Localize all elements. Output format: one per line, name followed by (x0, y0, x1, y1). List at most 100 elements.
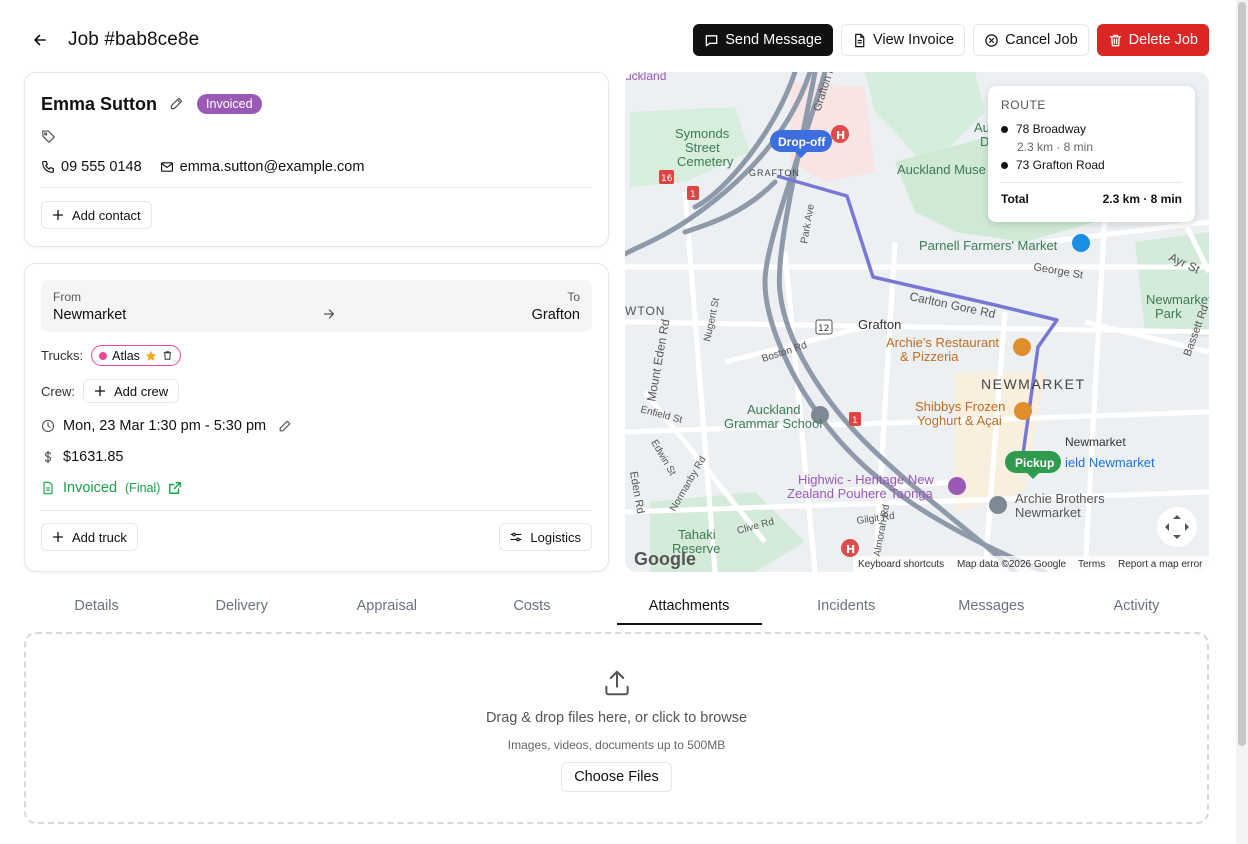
poi-marker[interactable] (1072, 234, 1090, 252)
map-label: Street (685, 140, 720, 155)
page-title: Job #bab8ce8e (68, 29, 200, 50)
cancel-job-label: Cancel Job (1005, 32, 1078, 48)
map-label: Yoghurt & Açai (917, 413, 1002, 428)
pickup-label: Pickup (1015, 456, 1054, 470)
route-info-panel: ROUTE 78 Broadway 2.3 km · 8 min 73 Graf… (988, 86, 1195, 222)
dropzone-instructions: Drag & drop files here, or click to brow… (485, 710, 748, 726)
back-button[interactable] (24, 24, 56, 56)
delete-job-button[interactable]: Delete Job (1096, 24, 1209, 56)
arrow-left-icon (34, 34, 46, 46)
file-dropzone[interactable]: Drag & drop files here, or click to brow… (24, 632, 1209, 824)
shield-label: 1 (690, 190, 696, 200)
email-item[interactable]: emma.sutton@example.com (160, 159, 364, 175)
view-invoice-button[interactable]: View Invoice (840, 24, 966, 56)
map-label: Newmarket (1065, 435, 1126, 449)
plus-icon (94, 385, 106, 397)
poi-marker[interactable]: H (841, 539, 859, 557)
map-label: NEWMARKET (981, 376, 1086, 392)
map-label: Zealand Pouhere Taonga (787, 486, 934, 501)
route-summary: From Newmarket To Grafton (41, 280, 592, 332)
star-icon[interactable] (145, 350, 157, 362)
pencil-icon[interactable] (278, 419, 292, 433)
map-data-text: Map data ©2026 Google (957, 559, 1067, 570)
truck-chip-atlas[interactable]: Atlas (91, 345, 181, 366)
sliders-icon (510, 532, 522, 542)
tab-appraisal[interactable]: Appraisal (314, 589, 459, 625)
shield-label: 1 (852, 416, 858, 426)
tab-costs[interactable]: Costs (459, 589, 604, 625)
trucks-label: Trucks: (41, 348, 84, 363)
page-scrollbar[interactable] (1236, 0, 1248, 844)
svg-text:H: H (846, 543, 855, 556)
map-label: WTON (625, 304, 665, 318)
tab-attachments[interactable]: Attachments (616, 589, 762, 625)
report-error-link[interactable]: Report a map error (1118, 559, 1203, 570)
schedule-time: Mon, 23 Mar 1:30 pm - 5:30 pm (63, 418, 267, 434)
trash-icon[interactable] (162, 350, 173, 361)
cancel-job-button[interactable]: Cancel Job (973, 24, 1089, 56)
map-label: Highwic - Heritage New (798, 472, 934, 487)
phone-number: 09 555 0148 (61, 159, 142, 175)
divider (41, 510, 592, 511)
tab-details[interactable]: Details (24, 589, 169, 625)
circle-x-icon (985, 33, 998, 47)
view-invoice-label: View Invoice (872, 32, 955, 48)
google-logo: Google (634, 549, 696, 569)
add-crew-button[interactable]: Add crew (82, 379, 180, 403)
from-value: Newmarket (53, 306, 127, 323)
tag-icon[interactable] (41, 129, 56, 144)
edit-customer-button[interactable] (169, 96, 185, 112)
poi-marker[interactable] (1013, 338, 1031, 356)
job-tabs: Details Delivery Appraisal Costs Attachm… (24, 589, 1209, 625)
add-truck-button[interactable]: Add truck (41, 523, 138, 551)
add-contact-button[interactable]: Add contact (41, 201, 152, 229)
map-label: Archie Brothers (1015, 491, 1105, 506)
to-value: Grafton (531, 306, 580, 323)
tab-activity[interactable]: Activity (1064, 589, 1209, 625)
tab-delivery[interactable]: Delivery (169, 589, 314, 625)
poi-marker[interactable] (1014, 402, 1032, 420)
highway-shield: 12 (815, 319, 833, 335)
divider (41, 187, 592, 188)
map-fullscreen-button[interactable] (1157, 507, 1197, 547)
tab-incidents[interactable]: Incidents (774, 589, 919, 625)
plus-icon (52, 209, 64, 221)
map-label: Grammar School (724, 416, 822, 431)
plus-icon (52, 531, 64, 543)
dropoff-label: Drop-off (778, 135, 826, 149)
clock-icon (41, 419, 55, 433)
external-link-icon (169, 482, 182, 494)
stop-dot (1001, 161, 1008, 169)
map-label: uckland (625, 72, 666, 83)
tab-messages[interactable]: Messages (919, 589, 1064, 625)
poi-marker[interactable] (989, 496, 1007, 514)
choose-files-button[interactable]: Choose Files (561, 762, 672, 792)
map-label: Park (1155, 306, 1182, 321)
map-label: Tahaki (678, 527, 716, 542)
poi-marker[interactable] (948, 477, 966, 495)
map-label: Shibbys Frozen (915, 399, 1005, 414)
svg-text:H: H (836, 129, 845, 142)
invoice-type: (Final) (125, 481, 161, 495)
map-label: Newmarket (1015, 505, 1081, 520)
customer-card: Emma Sutton Invoiced 09 555 0148 emma.su… (24, 72, 609, 247)
map-label: Auckland Muse (897, 162, 986, 177)
highway-shield: 1 (687, 186, 699, 200)
job-details-card: From Newmarket To Grafton Trucks: Atlas … (24, 263, 609, 572)
scrollbar-thumb[interactable] (1238, 2, 1246, 746)
route-total-value: 2.3 km · 8 min (1102, 192, 1182, 206)
phone-item[interactable]: 09 555 0148 (41, 159, 142, 175)
send-message-button[interactable]: Send Message (693, 24, 833, 56)
logistics-button[interactable]: Logistics (499, 523, 592, 551)
keyboard-shortcuts-link[interactable]: Keyboard shortcuts (858, 559, 944, 570)
upload-icon (604, 670, 629, 696)
phone-icon (42, 161, 54, 173)
invoice-link[interactable]: Invoiced (Final) (41, 480, 592, 496)
pencil-icon (170, 97, 183, 110)
invoice-status: Invoiced (63, 480, 118, 496)
map-label: Grafton (858, 317, 901, 332)
terms-link[interactable]: Terms (1078, 559, 1105, 570)
stop-dot (1001, 125, 1008, 133)
poi-marker[interactable]: H (831, 125, 849, 143)
logistics-label: Logistics (530, 529, 581, 545)
